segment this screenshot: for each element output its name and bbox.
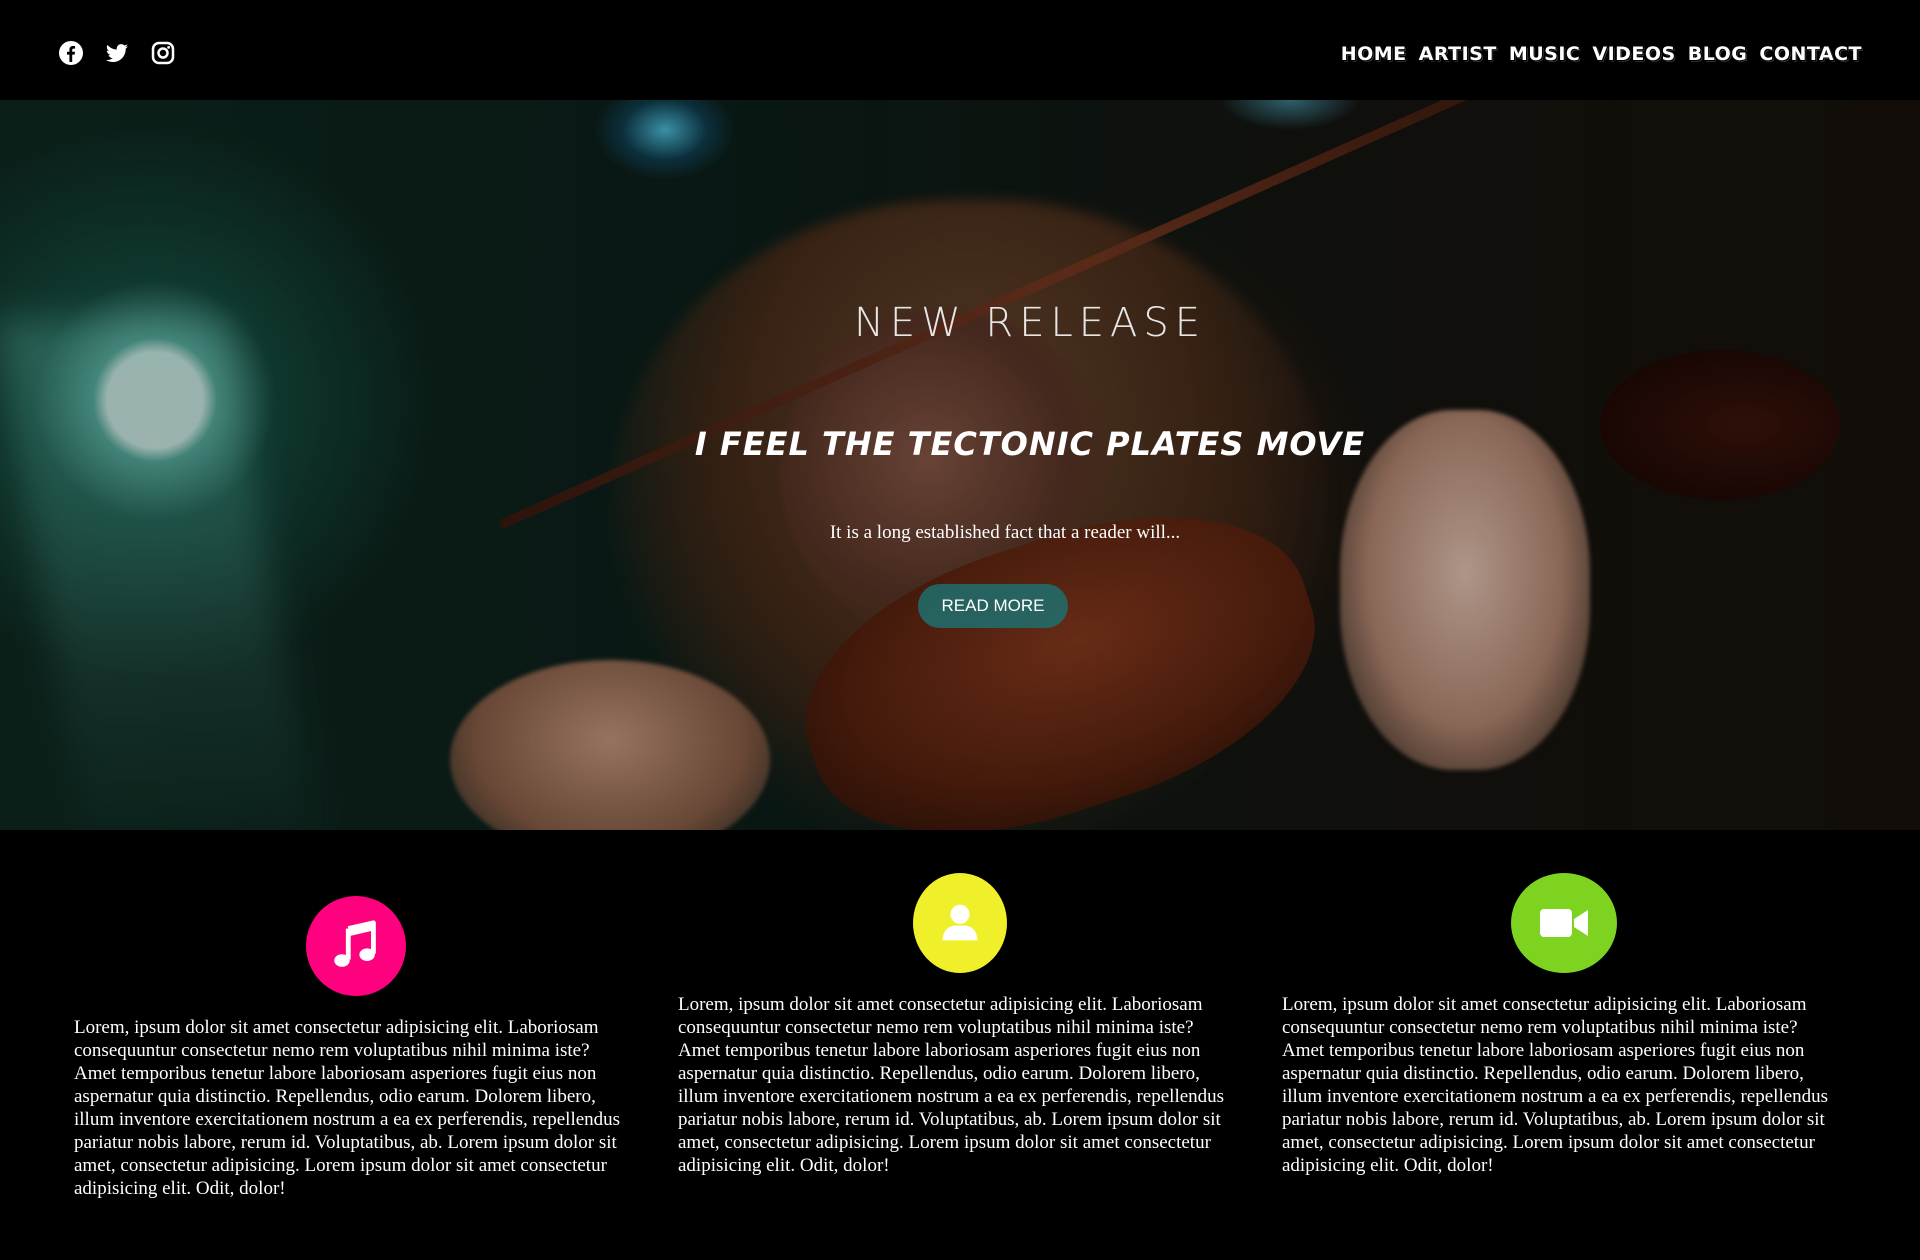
hero-eyebrow: NEW RELEASE <box>853 300 1207 346</box>
hero-headline: I FEEL THE TECTONIC PLATES MOVE <box>694 425 1366 463</box>
social-links <box>58 40 176 66</box>
hero-tagline: It is a long established fact that a rea… <box>829 522 1181 543</box>
main-nav: HOME ARTIST MUSIC VIDEOS BLOG CONTACT <box>1341 42 1862 66</box>
hero-banner: NEW RELEASE I FEEL THE TECTONIC PLATES M… <box>0 100 1920 830</box>
facebook-icon[interactable] <box>58 40 84 66</box>
site-header: HOME ARTIST MUSIC VIDEOS BLOG CONTACT <box>0 0 1920 100</box>
video-camera-icon <box>1511 873 1617 973</box>
twitter-icon[interactable] <box>104 40 130 66</box>
features-section: Lorem, ipsum dolor sit amet consectetur … <box>0 830 1920 1260</box>
feature-text-artist: Lorem, ipsum dolor sit amet consectetur … <box>678 994 1225 1176</box>
hero-content: NEW RELEASE I FEEL THE TECTONIC PLATES M… <box>0 100 1920 830</box>
nav-home[interactable]: HOME <box>1341 42 1407 66</box>
nav-blog[interactable]: BLOG <box>1688 42 1748 66</box>
user-icon <box>913 873 1007 973</box>
read-more-button[interactable]: READ MORE <box>918 584 1068 628</box>
feature-text-music: Lorem, ipsum dolor sit amet consectetur … <box>74 1017 621 1199</box>
nav-artist[interactable]: ARTIST <box>1419 42 1497 66</box>
nav-contact[interactable]: CONTACT <box>1759 42 1862 66</box>
instagram-icon[interactable] <box>150 40 176 66</box>
feature-text-videos: Lorem, ipsum dolor sit amet consectetur … <box>1282 994 1829 1176</box>
nav-music[interactable]: MUSIC <box>1509 42 1581 66</box>
nav-videos[interactable]: VIDEOS <box>1592 42 1675 66</box>
music-note-icon <box>306 896 406 996</box>
